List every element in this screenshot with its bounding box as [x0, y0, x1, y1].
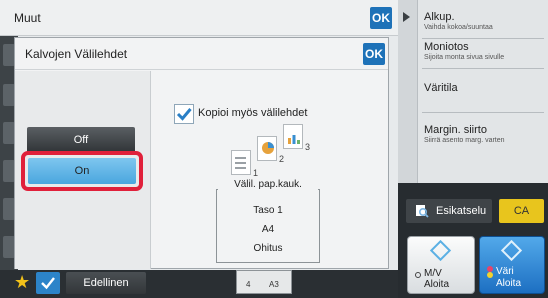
copy-tabs-label: Kopioi myös välilehdet — [198, 107, 308, 119]
preview-icon — [416, 205, 429, 218]
function-item-color-mode[interactable]: Väritila — [424, 82, 548, 94]
dialog-ok-button[interactable]: OK — [363, 43, 385, 65]
color-start-line2: Aloita — [496, 278, 522, 289]
function-item-margin-shift[interactable]: Margin. siirto Siirrä asento marg. varte… — [424, 124, 548, 144]
sheet-2: 2 — [257, 136, 284, 164]
dialog-title: Kalvojen Välilehdet — [25, 47, 128, 61]
tray-size: A3 — [269, 280, 279, 289]
sheet-number-1: 1 — [252, 168, 258, 178]
sheet-number-2: 2 — [278, 154, 284, 164]
preview-label: Esikatselu — [436, 205, 487, 217]
mono-start-button[interactable]: M/V Aloita — [407, 236, 475, 294]
function-item-subtitle: Sijoita monta sivua sivulle — [424, 54, 505, 61]
preview-button[interactable]: Esikatselu — [406, 199, 492, 223]
function-item-title: Moniotos — [424, 41, 469, 53]
mono-start-line2: Aloita — [424, 279, 450, 290]
function-list: Alkup. Vaihda kokoa/suuntaa Moniotos Sij… — [398, 0, 548, 183]
window-header: Muut OK — [0, 0, 398, 36]
tray-number: 4 — [246, 280, 251, 289]
play-icon[interactable] — [403, 12, 410, 22]
chart-thumbnail-icon — [262, 142, 274, 154]
list-gutter — [398, 0, 418, 183]
function-item-title: Väritila — [424, 82, 458, 94]
bottom-check-button[interactable] — [36, 272, 60, 294]
color-start-icon — [500, 239, 523, 262]
tab-paper-tray-caption: Välil. pap.kauk. — [218, 179, 318, 190]
bar-thumbnail-icon — [288, 135, 300, 144]
function-item-n-up[interactable]: Moniotos Sijoita monta sivua sivulle — [424, 41, 548, 61]
mono-start-icon — [429, 239, 452, 262]
star-icon[interactable]: ★ — [14, 272, 30, 292]
function-item-subtitle: Siirrä asento marg. varten — [424, 137, 505, 144]
paper-size-line: A4 — [261, 224, 275, 235]
on-button[interactable]: On — [28, 158, 136, 184]
clear-all-button[interactable]: CA — [499, 199, 544, 223]
color-start-button[interactable]: Väri Aloita — [479, 236, 545, 294]
function-item-title: Alkup. — [424, 11, 455, 23]
transparency-tabs-dialog: Kalvojen Välilehdet OK Off On Kopioi myö… — [14, 37, 389, 269]
check-icon — [176, 108, 192, 121]
tab-paper-tray-button[interactable]: Taso 1 A4 Ohitus — [216, 189, 320, 263]
sheet-1: 1 — [231, 150, 258, 178]
color-start-line1: Väri — [496, 266, 514, 277]
dialog-header: Kalvojen Välilehdet OK — [15, 38, 388, 70]
sheet-3: 3 — [283, 124, 310, 152]
copy-tabs-checkbox[interactable] — [174, 104, 194, 124]
function-item-title: Margin. siirto — [424, 124, 487, 136]
off-button[interactable]: Off — [27, 127, 135, 153]
function-item-subtitle: Vaihda kokoa/suuntaa — [424, 24, 493, 31]
paper-tray-indicator: 4 A3 — [236, 270, 292, 294]
window-ok-button[interactable]: OK — [370, 7, 392, 29]
window-title: Muut — [14, 11, 41, 25]
sheet-number-3: 3 — [304, 142, 310, 152]
on-off-panel: Off On — [15, 71, 151, 269]
previous-button[interactable]: Edellinen — [66, 272, 146, 294]
function-item-original[interactable]: Alkup. Vaihda kokoa/suuntaa — [424, 11, 548, 31]
feed-line: Ohitus — [253, 243, 283, 254]
mono-start-line1: M/V — [424, 268, 442, 279]
check-icon — [41, 277, 55, 290]
tray-line: Taso 1 — [253, 205, 283, 216]
on-selection-highlight: On — [21, 151, 143, 191]
